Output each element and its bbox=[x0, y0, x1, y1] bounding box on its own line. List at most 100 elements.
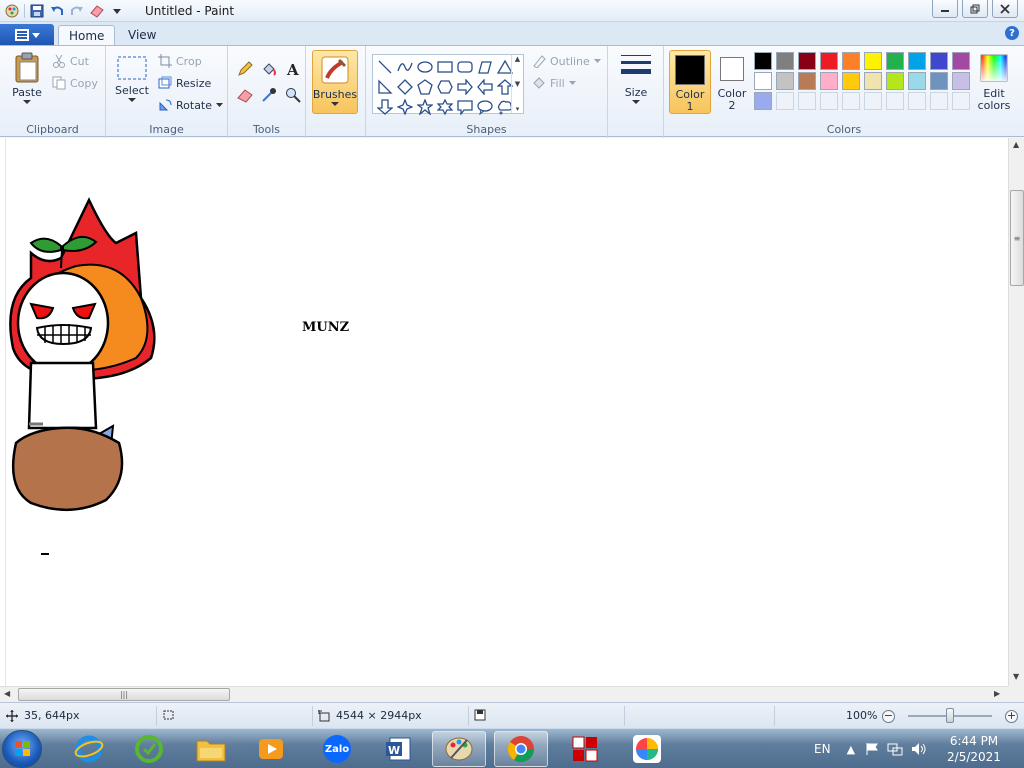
canvas-text[interactable]: MUNZ bbox=[302, 320, 349, 335]
paint-taskbar[interactable] bbox=[432, 731, 486, 767]
paste-button[interactable]: Paste bbox=[8, 52, 46, 105]
unikey-taskbar[interactable] bbox=[558, 731, 612, 767]
eraser-tool-icon[interactable] bbox=[234, 84, 256, 106]
palette-swatch[interactable] bbox=[820, 92, 838, 110]
file-explorer-taskbar[interactable] bbox=[184, 731, 238, 767]
resize-button[interactable]: Resize bbox=[158, 74, 211, 92]
line-shape-icon[interactable] bbox=[375, 57, 395, 76]
zalo-taskbar[interactable]: Zalo bbox=[310, 731, 364, 767]
help-icon[interactable]: ? bbox=[1005, 26, 1019, 40]
recycle-app-taskbar[interactable] bbox=[122, 731, 176, 767]
size-button[interactable]: Size bbox=[616, 52, 656, 105]
tab-home[interactable]: Home bbox=[58, 25, 116, 45]
zoom-out-button[interactable]: − bbox=[882, 710, 895, 723]
palette-swatch[interactable] bbox=[930, 92, 948, 110]
palette-swatch[interactable] bbox=[886, 52, 904, 70]
right-arrow-shape-icon[interactable] bbox=[455, 77, 475, 96]
oval-callout-shape-icon[interactable] bbox=[475, 97, 495, 116]
palette-swatch[interactable] bbox=[776, 72, 794, 90]
undo-icon[interactable] bbox=[47, 2, 67, 20]
horizontal-scroll-thumb[interactable]: ||| bbox=[18, 688, 230, 701]
tab-view[interactable]: View bbox=[118, 25, 166, 45]
palette-swatch[interactable] bbox=[754, 52, 772, 70]
fill-button[interactable]: Fill bbox=[532, 74, 576, 92]
palette-swatch[interactable] bbox=[798, 52, 816, 70]
rectangle-shape-icon[interactable] bbox=[435, 57, 455, 76]
palette-swatch[interactable] bbox=[776, 92, 794, 110]
color-picker-icon[interactable] bbox=[258, 84, 280, 106]
down-arrow-shape-icon[interactable] bbox=[375, 97, 395, 116]
right-triangle-shape-icon[interactable] bbox=[375, 77, 395, 96]
color1-button[interactable]: Color 1 bbox=[669, 50, 711, 114]
network-icon[interactable] bbox=[887, 742, 903, 756]
palette-swatch[interactable] bbox=[776, 52, 794, 70]
palette-swatch[interactable] bbox=[952, 52, 970, 70]
rect-callout-shape-icon[interactable] bbox=[455, 97, 475, 116]
copy-button[interactable]: Copy bbox=[52, 74, 98, 92]
palette-swatch[interactable] bbox=[842, 72, 860, 90]
palette-swatch[interactable] bbox=[952, 92, 970, 110]
palette-swatch[interactable] bbox=[754, 72, 772, 90]
palette-swatch[interactable] bbox=[908, 92, 926, 110]
palette-swatch[interactable] bbox=[820, 52, 838, 70]
select-button[interactable]: Select bbox=[112, 54, 152, 103]
five-point-star-shape-icon[interactable] bbox=[415, 97, 435, 116]
show-hidden-icons-icon[interactable]: ▲ bbox=[847, 743, 855, 756]
color2-button[interactable]: Color 2 bbox=[711, 50, 753, 114]
volume-icon[interactable] bbox=[911, 742, 927, 756]
palette-swatch[interactable] bbox=[886, 72, 904, 90]
curve-shape-icon[interactable] bbox=[395, 57, 415, 76]
palette-swatch[interactable] bbox=[930, 72, 948, 90]
scroll-up-icon[interactable]: ▲ bbox=[1013, 140, 1019, 149]
six-point-star-shape-icon[interactable] bbox=[435, 97, 455, 116]
palette-swatch[interactable] bbox=[864, 52, 882, 70]
fill-bucket-icon[interactable] bbox=[258, 58, 280, 80]
horizontal-scrollbar[interactable]: ◀ ||| ▶ bbox=[0, 686, 1008, 702]
cut-button[interactable]: Cut bbox=[52, 52, 89, 70]
magnifier-icon[interactable] bbox=[282, 84, 304, 106]
word-taskbar[interactable]: W bbox=[372, 731, 426, 767]
paint-menu-button[interactable] bbox=[0, 24, 54, 45]
internet-explorer-taskbar[interactable] bbox=[62, 731, 116, 767]
drawing-canvas[interactable]: MUNZ bbox=[5, 138, 1008, 686]
hexagon-shape-icon[interactable] bbox=[435, 77, 455, 96]
clock[interactable]: 6:44 PM 2/5/2021 bbox=[935, 733, 1013, 765]
scroll-down-icon[interactable]: ▼ bbox=[1013, 672, 1019, 681]
palette-swatch[interactable] bbox=[754, 92, 772, 110]
close-button[interactable] bbox=[992, 0, 1018, 18]
left-arrow-shape-icon[interactable] bbox=[475, 77, 495, 96]
start-button[interactable] bbox=[2, 730, 42, 768]
rounded-rectangle-shape-icon[interactable] bbox=[455, 57, 475, 76]
palette-swatch[interactable] bbox=[842, 92, 860, 110]
color-app-taskbar[interactable] bbox=[620, 731, 674, 767]
diamond-shape-icon[interactable] bbox=[395, 77, 415, 96]
crop-button[interactable]: Crop bbox=[158, 52, 202, 70]
restore-button[interactable] bbox=[962, 0, 988, 18]
scroll-left-icon[interactable]: ◀ bbox=[4, 689, 10, 698]
brushes-button[interactable]: Brushes bbox=[312, 50, 358, 114]
palette-swatch[interactable] bbox=[842, 52, 860, 70]
shapes-scrollbar[interactable]: ▲ ▼ ▾ bbox=[511, 55, 523, 113]
media-player-taskbar[interactable] bbox=[244, 731, 298, 767]
oval-shape-icon[interactable] bbox=[415, 57, 435, 76]
palette-swatch[interactable] bbox=[798, 72, 816, 90]
minimize-button[interactable] bbox=[932, 0, 958, 18]
palette-swatch[interactable] bbox=[908, 72, 926, 90]
vertical-scroll-thumb[interactable]: ≡ bbox=[1010, 190, 1024, 286]
palette-swatch[interactable] bbox=[930, 52, 948, 70]
outline-button[interactable]: Outline bbox=[532, 52, 601, 70]
edit-colors-button[interactable]: Edit colors bbox=[972, 50, 1016, 114]
redo-icon[interactable] bbox=[67, 2, 87, 20]
vertical-scrollbar[interactable]: ▲ ≡ ▼ bbox=[1008, 138, 1024, 686]
scroll-right-icon[interactable]: ▶ bbox=[994, 689, 1000, 698]
pentagon-shape-icon[interactable] bbox=[415, 77, 435, 96]
language-indicator[interactable]: EN bbox=[814, 742, 831, 756]
palette-swatch[interactable] bbox=[864, 92, 882, 110]
eraser-icon[interactable] bbox=[87, 2, 107, 20]
chrome-taskbar[interactable] bbox=[494, 731, 548, 767]
rotate-button[interactable]: Rotate bbox=[158, 96, 224, 114]
palette-swatch[interactable] bbox=[886, 92, 904, 110]
zoom-in-button[interactable]: + bbox=[1005, 710, 1018, 723]
palette-swatch[interactable] bbox=[798, 92, 816, 110]
zoom-slider-thumb[interactable] bbox=[946, 708, 954, 723]
